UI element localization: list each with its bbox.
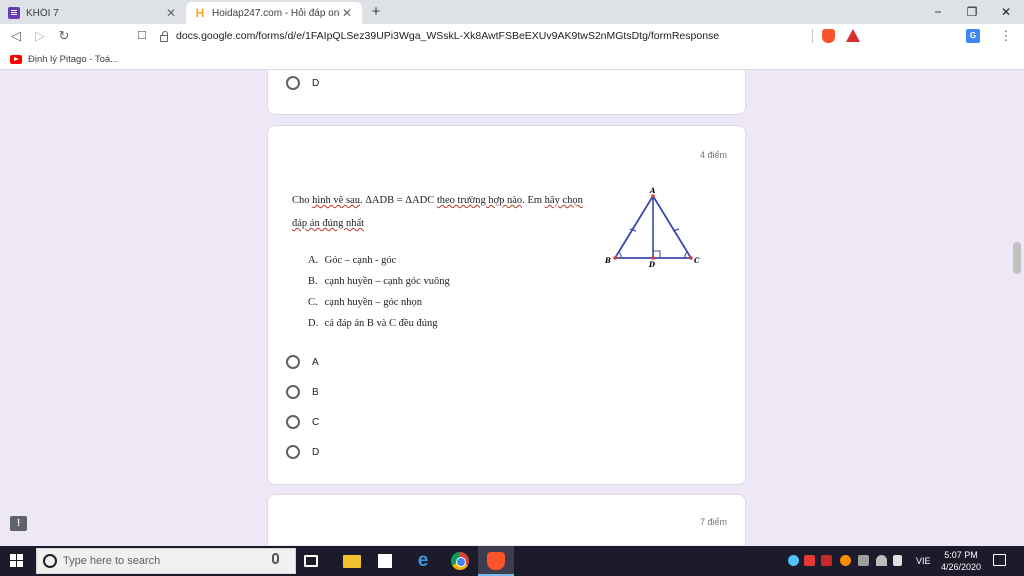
page-viewport: D 4 điểm Cho hình vẽ sau. ΔADB = ΔADC th…	[0, 70, 1024, 545]
option-label: D	[312, 77, 320, 89]
google-forms-icon	[8, 7, 20, 19]
option-c[interactable]: C	[286, 414, 319, 430]
address-bar[interactable]: docs.google.com/forms/d/e/1FAIpQLSez39UP…	[158, 26, 868, 46]
brave-shield-icon[interactable]	[822, 29, 835, 43]
minimize-button[interactable]: −	[922, 2, 954, 22]
report-feedback-icon[interactable]: !	[10, 516, 27, 531]
browser-toolbar: ◁ ▷ ↻ ☐ docs.google.com/forms/d/e/1FAIpQ…	[0, 24, 1024, 48]
option-label: A	[312, 356, 319, 368]
option-d[interactable]: D	[286, 75, 319, 91]
vertex-label-a: A	[649, 186, 656, 195]
battery-icon[interactable]	[858, 555, 869, 566]
answer-choice-c: C. cạnh huyền – góc nhọn	[308, 297, 423, 308]
antivirus-tray-icon[interactable]	[804, 555, 815, 566]
clock-date: 4/26/2020	[940, 562, 982, 572]
restore-button[interactable]: ❐	[956, 2, 988, 22]
points-label: 4 điểm	[699, 150, 727, 160]
radio-button[interactable]	[286, 385, 300, 399]
microphone-icon[interactable]	[272, 553, 279, 564]
option-label: B	[312, 386, 319, 398]
answer-choice-a: A. Góc – cạnh - góc	[308, 255, 397, 266]
volume-icon[interactable]	[893, 555, 902, 566]
question-text-line-1: Cho hình vẽ sau. ΔADB = ΔADC theo trường…	[292, 195, 583, 206]
vertex-label-d: D	[648, 260, 656, 268]
brave-rewards-icon[interactable]	[846, 29, 860, 42]
file-explorer-icon[interactable]	[343, 555, 361, 568]
windows-taskbar: e VIE 5:07 PM 4/26/2020	[0, 546, 1024, 576]
lock-icon	[160, 30, 168, 42]
answer-choice-d: D. cả đáp án B và C đều đúng	[308, 318, 438, 329]
radio-button[interactable]	[286, 355, 300, 369]
browser-menu-icon[interactable]: ⋮	[998, 26, 1014, 46]
question-text-line-2: đáp án đúng nhất	[292, 218, 365, 229]
option-label: C	[312, 416, 320, 428]
close-tab-icon[interactable]: ✕	[340, 6, 354, 20]
option-a[interactable]: A	[286, 354, 319, 370]
radio-button[interactable]	[286, 445, 300, 459]
next-question-card: 7 điểm	[267, 494, 746, 545]
bookmark-pitago[interactable]: Định lý Pitago - Toá...	[10, 52, 118, 66]
close-tab-icon[interactable]: ✕	[164, 6, 178, 20]
scrollbar-thumb[interactable]	[1013, 242, 1021, 274]
hoidap-favicon-icon: H	[195, 6, 205, 20]
triangle-figure: A B C D	[604, 186, 700, 268]
radio-button[interactable]	[286, 76, 300, 90]
previous-question-card: D	[267, 70, 746, 115]
tab-khoi-7[interactable]: KHỐI 7 ✕	[0, 2, 186, 24]
task-view-icon[interactable]	[304, 555, 318, 567]
vertex-label-b: B	[604, 256, 611, 265]
v-tray-icon[interactable]	[821, 555, 832, 566]
reload-button[interactable]: ↻	[54, 26, 74, 46]
tab-hoidap247[interactable]: H Hoidap247.com - Hỏi đáp online n ✕	[186, 2, 362, 24]
answer-choices: A. Góc – cạnh - góc B. cạnh huyền – cạnh…	[308, 250, 450, 334]
question-card: 4 điểm Cho hình vẽ sau. ΔADB = ΔADC theo…	[267, 125, 746, 485]
edge-icon[interactable]: e	[414, 551, 432, 570]
notification-center-icon[interactable]	[993, 554, 1006, 566]
bookmark-page-icon[interactable]: ☐	[132, 26, 152, 46]
vertex-label-c: C	[694, 256, 700, 265]
tab-title: Hoidap247.com - Hỏi đáp online n	[212, 7, 340, 19]
back-button[interactable]: ◁	[6, 26, 26, 46]
tab-strip: KHỐI 7 ✕ H Hoidap247.com - Hỏi đáp onlin…	[0, 0, 1024, 24]
points-label: 7 điểm	[699, 517, 727, 527]
option-label: D	[312, 446, 320, 458]
answer-choice-b: B. cạnh huyền – cạnh góc vuông	[308, 276, 450, 287]
url-text: docs.google.com/forms/d/e/1FAIpQLSez39UP…	[176, 30, 720, 42]
chrome-icon[interactable]	[451, 552, 469, 570]
radio-button[interactable]	[286, 415, 300, 429]
taskbar-search-input[interactable]	[63, 555, 263, 567]
windows-start-icon[interactable]	[10, 554, 24, 568]
bookmarks-bar: Định lý Pitago - Toá...	[0, 48, 1024, 70]
option-b[interactable]: B	[286, 384, 319, 400]
new-tab-button[interactable]: +	[366, 3, 386, 21]
store-icon[interactable]	[378, 554, 392, 568]
system-clock[interactable]: 5:07 PM 4/26/2020	[934, 549, 988, 573]
taskbar-search[interactable]	[36, 548, 296, 574]
brave-browser-icon[interactable]	[487, 552, 505, 570]
tab-title: KHỐI 7	[26, 7, 59, 19]
youtube-icon	[10, 54, 22, 64]
app-tray-icon[interactable]	[840, 555, 851, 566]
option-d[interactable]: D	[286, 444, 319, 460]
cortana-icon	[43, 554, 57, 568]
clock-time: 5:07 PM	[944, 550, 978, 560]
omnibox-divider	[812, 29, 813, 43]
forward-button[interactable]: ▷	[30, 26, 50, 46]
wifi-icon[interactable]	[876, 555, 887, 566]
translate-extension-icon[interactable]: G	[966, 29, 980, 43]
zalo-tray-icon[interactable]	[788, 555, 799, 566]
close-window-button[interactable]: ✕	[990, 2, 1022, 22]
input-language[interactable]: VIE	[916, 554, 931, 568]
bookmark-label: Định lý Pitago - Toá...	[28, 53, 119, 65]
